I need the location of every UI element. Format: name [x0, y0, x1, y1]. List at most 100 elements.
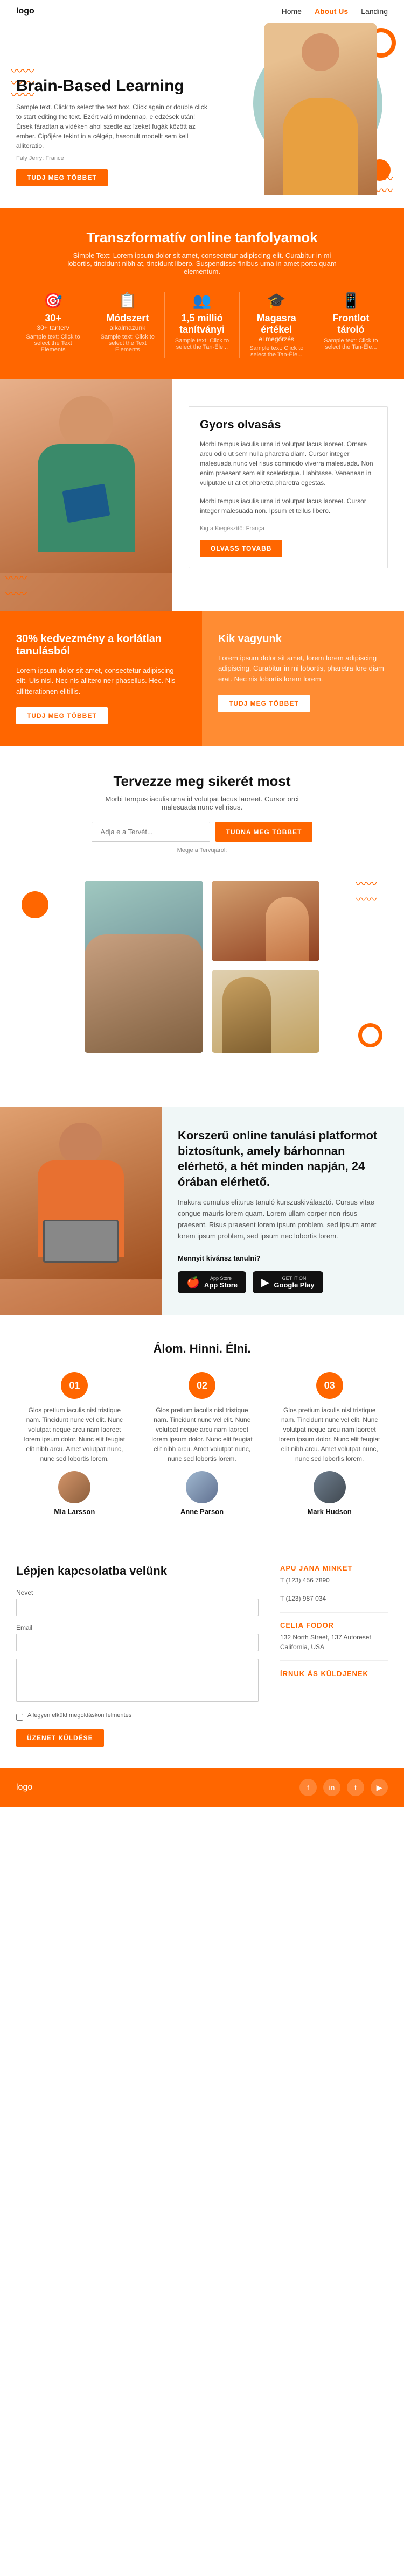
email-field-group: Email: [16, 1624, 259, 1651]
stat-desc-1: Sample text: Click to select the Text El…: [22, 334, 85, 353]
address-label: CELIA FODOR: [280, 1621, 388, 1629]
message-textarea[interactable]: [16, 1659, 259, 1702]
consent-checkbox[interactable]: [16, 1714, 23, 1721]
contact-title: Lépjen kapcsolatba velünk: [16, 1564, 259, 1578]
testimonial-text-2: Glos pretium iaculis nisl tristique nam.…: [149, 1405, 255, 1463]
contact-divider-1: [280, 1612, 388, 1613]
app-store-button[interactable]: 🍎 App Store App Store: [178, 1271, 246, 1293]
testimonials-title: Álom. Hinni. Élni.: [16, 1342, 388, 1356]
stat-icon-2: 📋: [96, 292, 159, 309]
testimonial-text-3: Glos pretium iaculis nisl tristique nam.…: [276, 1405, 382, 1463]
name-input[interactable]: [16, 1599, 259, 1616]
testimonial-1: 01 Glos pretium iaculis nisl tristique n…: [16, 1372, 133, 1516]
twitter-icon[interactable]: t: [347, 1779, 364, 1796]
testimonial-name-1: Mia Larsson: [22, 1508, 128, 1516]
student-people-group: [85, 934, 203, 1053]
fax-number: T (123) 987 034: [280, 1594, 388, 1603]
about-text: Lorem ipsum dolor sit amet, lorem lorem …: [218, 653, 388, 685]
hero-title: Brain-Based Learning: [16, 76, 210, 96]
wave-decoration-bottom: 〰〰〰〰: [5, 569, 27, 601]
student-image-3: [212, 970, 319, 1053]
plan-input-row: TUDNA MEG TÖBBET: [16, 822, 388, 842]
plan-cta-button[interactable]: TUDNA MEG TÖBBET: [215, 822, 313, 842]
contact-divider-2: [280, 1660, 388, 1661]
stat-desc-2: Sample text: Click to select the Text El…: [96, 334, 159, 353]
address-text: 132 North Street, 137 Autoreset Californ…: [280, 1632, 388, 1652]
phone-number: T (123) 456 7890: [280, 1575, 388, 1585]
plan-title: Tervezze meg sikerét most: [16, 773, 388, 790]
email-info-label: ÍRNUK ÁS KÜLDJENEK: [280, 1670, 388, 1678]
contact-info: APU JANA MINKET T (123) 456 7890 T (123)…: [280, 1564, 388, 1747]
app-person-head: [59, 1123, 102, 1166]
testimonial-text-1: Glos pretium iaculis nisl tristique nam.…: [22, 1405, 128, 1463]
footer-logo: logo: [16, 1783, 32, 1792]
testimonial-avatar-3: [314, 1471, 346, 1503]
play-icon: ▶: [261, 1276, 269, 1289]
submit-button[interactable]: ÜZENET KÜLDÉSE: [16, 1729, 104, 1747]
testimonial-num-1: 01: [61, 1372, 88, 1399]
nav-landing[interactable]: Landing: [361, 7, 388, 16]
testimonial-name-3: Mark Hudson: [276, 1508, 382, 1516]
checkbox-row: A legyen elküld megoldáskori felmentés: [16, 1712, 259, 1721]
reading-card: Gyors olvasás Morbi tempus iaculis urna …: [189, 406, 388, 568]
hero-cta-button[interactable]: TUDJ MEG TÖBBET: [16, 169, 108, 186]
app-content: Korszerű online tanulási platformot bizt…: [162, 1107, 404, 1315]
stat-item-5: 📱 Frontlot tároló Sample text: Click to …: [314, 292, 388, 358]
hero-person-head: [302, 33, 339, 71]
stat-desc-4: Sample text: Click to select the Tan-Éle…: [245, 345, 308, 358]
google-play-label: GET IT ON: [274, 1276, 314, 1281]
student-person: [266, 897, 309, 961]
stat-item-4: 🎓 Magasra értékel el megőrzés Sample tex…: [240, 292, 314, 358]
reading-cta-button[interactable]: OLVASS TOVABB: [200, 540, 282, 557]
reading-text1: Morbi tempus iaculis urna id volutpat la…: [200, 439, 377, 488]
youtube-icon[interactable]: ▶: [371, 1779, 388, 1796]
nav-home[interactable]: Home: [282, 7, 302, 16]
app-person-image: [0, 1107, 162, 1315]
stat-label-1: 30+ tanterv: [22, 324, 85, 332]
message-field-group: [16, 1659, 259, 1705]
stat-item-2: 📋 Módszert alkalmazunk Sample text: Clic…: [90, 292, 165, 358]
hero-person-body: [283, 98, 358, 195]
hero-author: Faly Jerry: France: [16, 155, 210, 161]
stat-item-3: 👥 1,5 millió tanítványi Sample text: Cli…: [165, 292, 239, 358]
reading-tag: Kig a Kiegészítő: França: [200, 524, 377, 533]
stat-desc-5: Sample text: Click to select the Tan-Éle…: [319, 337, 382, 350]
girl-head: [59, 396, 113, 449]
app-store-label: App Store: [204, 1276, 238, 1281]
student-images-grid: [67, 881, 337, 1053]
discount-cta-button[interactable]: TUDJ MEG TÖBBET: [16, 707, 108, 724]
plan-label: Megje a Tervüjáról:: [94, 847, 310, 854]
stat-num-4: Magasra értékel: [245, 313, 308, 335]
stat-num-3: 1,5 millió tanítványi: [170, 313, 233, 335]
google-play-name: Google Play: [274, 1281, 314, 1289]
stat-num-2: Módszert: [96, 313, 159, 324]
girl-image-column: 〰〰〰〰: [0, 379, 172, 611]
student-images-right: [212, 881, 319, 1053]
linkedin-icon[interactable]: in: [323, 1779, 340, 1796]
stat-icon-4: 🎓: [245, 292, 308, 309]
email-label: Email: [16, 1624, 259, 1631]
app-store-buttons: 🍎 App Store App Store ▶ GET IT ON Google…: [178, 1271, 388, 1293]
app-store-name: App Store: [204, 1281, 238, 1289]
name-field-group: Nevet: [16, 1589, 259, 1616]
girl-image: [0, 379, 172, 573]
about-title: Kik vagyunk: [218, 633, 388, 645]
app-laptop: [43, 1220, 119, 1263]
reading-text2: Morbi tempus iaculis urna id volutpat la…: [200, 496, 377, 516]
reading-content: Gyors olvasás Morbi tempus iaculis urna …: [172, 379, 404, 611]
nav-about[interactable]: About Us: [315, 7, 348, 16]
facebook-icon[interactable]: f: [299, 1779, 317, 1796]
student-person-2: [222, 977, 271, 1053]
stats-title: Transzformatív online tanfolyamok: [16, 229, 388, 246]
about-cta-button[interactable]: TUDJ MEG TÖBBET: [218, 695, 310, 712]
google-play-button[interactable]: ▶ GET IT ON Google Play: [253, 1271, 323, 1293]
orange-deco-1: [22, 891, 48, 918]
plan-input[interactable]: [92, 822, 210, 842]
app-sub: Mennyit kívánsz tanulni?: [178, 1253, 388, 1264]
app-title: Korszerű online tanulási platformot bizt…: [178, 1128, 388, 1190]
stat-label-2: alkalmazunk: [96, 324, 159, 332]
email-input[interactable]: [16, 1634, 259, 1651]
social-links: f in t ▶: [299, 1779, 388, 1796]
app-section: Korszerű online tanulási platformot bizt…: [0, 1107, 404, 1315]
testimonial-avatar-1: [58, 1471, 90, 1503]
